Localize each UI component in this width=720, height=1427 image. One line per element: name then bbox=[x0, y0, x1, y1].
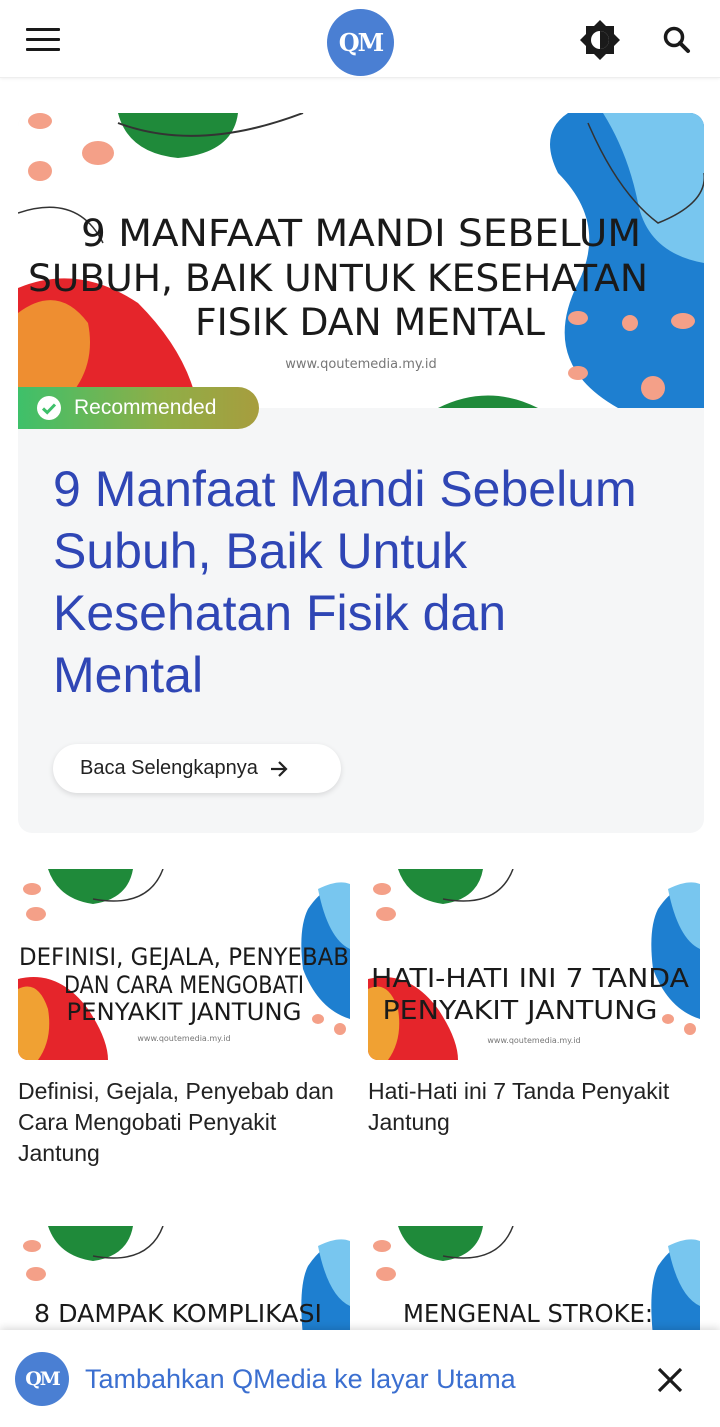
logo-text: QM bbox=[338, 28, 385, 57]
thumbnail-line-3: PENYAKIT JANTUNG bbox=[67, 998, 302, 1026]
post-title[interactable]: Definisi, Gejala, Penyebab dan Cara Meng… bbox=[18, 1076, 350, 1169]
read-more-label: Baca Selengkapnya bbox=[80, 757, 258, 779]
check-circle-icon bbox=[37, 396, 61, 420]
add-to-home-screen-link[interactable]: Tambahkan QMedia ke layar Utama bbox=[85, 1364, 516, 1395]
add-to-home-screen-bar: QM Tambahkan QMedia ke layar Utama bbox=[0, 1330, 720, 1427]
brightness-icon[interactable] bbox=[578, 18, 622, 62]
badge-label: Recommended bbox=[74, 396, 217, 419]
post-card[interactable]: MENGENAL STROKE: bbox=[368, 1226, 700, 1336]
thumbnail-url: www.qoutemedia.my.id bbox=[487, 1036, 580, 1045]
featured-image-headline-3: FISIK DAN MENTAL bbox=[195, 301, 545, 344]
app-icon-text: QM bbox=[25, 1368, 61, 1390]
thumbnail-url: www.qoutemedia.my.id bbox=[137, 1034, 230, 1043]
recommended-badge: Recommended bbox=[18, 387, 259, 429]
close-icon[interactable] bbox=[650, 1360, 690, 1400]
search-icon[interactable] bbox=[655, 18, 699, 62]
hamburger-menu-icon[interactable] bbox=[22, 22, 66, 58]
site-logo[interactable]: QM bbox=[327, 9, 394, 76]
top-app-bar: QM bbox=[0, 0, 720, 78]
thumbnail-line-1: MENGENAL STROKE: bbox=[403, 1299, 653, 1328]
post-thumbnail[interactable]: 8 DAMPAK KOMPLIKASI bbox=[18, 1226, 350, 1336]
thumbnail-line-1: 8 DAMPAK KOMPLIKASI bbox=[34, 1299, 322, 1328]
post-title[interactable]: Hati-Hati ini 7 Tanda Penyakit Jantung bbox=[368, 1076, 700, 1138]
post-thumbnail[interactable]: MENGENAL STROKE: bbox=[368, 1226, 700, 1336]
read-more-button[interactable]: Baca Selengkapnya bbox=[53, 744, 341, 793]
featured-image-url: www.qoutemedia.my.id bbox=[285, 357, 437, 372]
thumbnail-line-1: DEFINISI, GEJALA, PENYEBAB bbox=[19, 943, 349, 971]
featured-post-card[interactable]: 9 MANFAAT MANDI SEBELUM SUBUH, BAIK UNTU… bbox=[18, 113, 704, 833]
thumbnail-line-2: DAN CARA MENGOBATI bbox=[64, 971, 304, 999]
thumbnail-line-2: PENYAKIT JANTUNG bbox=[383, 996, 658, 1026]
post-thumbnail[interactable]: HATI-HATI INI 7 TANDA PENYAKIT JANTUNG w… bbox=[368, 869, 700, 1060]
app-icon: QM bbox=[15, 1352, 69, 1406]
arrow-right-icon bbox=[270, 760, 288, 777]
thumbnail-line-1: HATI-HATI INI 7 TANDA bbox=[371, 964, 689, 994]
featured-image-headline-1: 9 MANFAAT MANDI SEBELUM bbox=[81, 212, 641, 255]
post-thumbnail[interactable]: DEFINISI, GEJALA, PENYEBAB DAN CARA MENG… bbox=[18, 869, 350, 1060]
featured-image-headline-2: SUBUH, BAIK UNTUK KESEHATAN bbox=[28, 257, 648, 300]
post-card[interactable]: DEFINISI, GEJALA, PENYEBAB DAN CARA MENG… bbox=[18, 869, 350, 1169]
featured-post-title[interactable]: 9 Manfaat Mandi Sebelum Subuh, Baik Untu… bbox=[53, 458, 663, 706]
post-card[interactable]: 8 DAMPAK KOMPLIKASI bbox=[18, 1226, 350, 1336]
post-card[interactable]: HATI-HATI INI 7 TANDA PENYAKIT JANTUNG w… bbox=[368, 869, 700, 1138]
featured-post-image[interactable]: 9 MANFAAT MANDI SEBELUM SUBUH, BAIK UNTU… bbox=[18, 113, 704, 408]
